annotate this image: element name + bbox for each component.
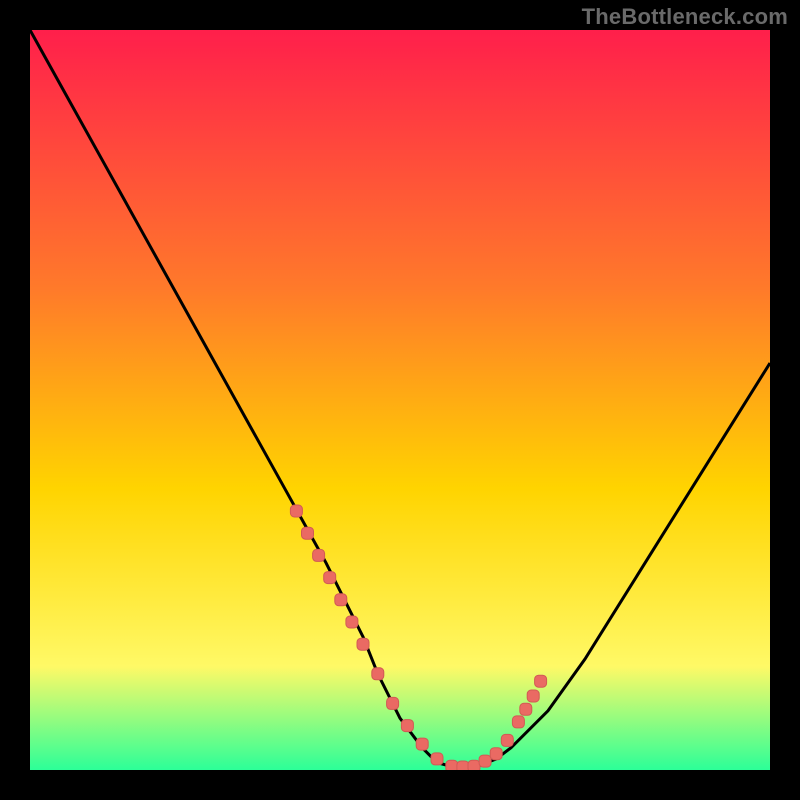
curve-marker — [457, 761, 469, 770]
curve-marker — [512, 716, 524, 728]
curve-marker — [490, 748, 502, 760]
curve-marker — [527, 690, 539, 702]
curve-marker — [520, 703, 532, 715]
curve-marker — [416, 738, 428, 750]
watermark-text: TheBottleneck.com — [582, 4, 788, 30]
curve-marker — [431, 753, 443, 765]
gradient-background — [30, 30, 770, 770]
curve-marker — [372, 668, 384, 680]
curve-marker — [479, 755, 491, 767]
curve-marker — [346, 616, 358, 628]
curve-marker — [387, 697, 399, 709]
curve-marker — [446, 760, 458, 770]
curve-marker — [302, 527, 314, 539]
plot-area — [30, 30, 770, 770]
curve-marker — [501, 734, 513, 746]
curve-marker — [324, 572, 336, 584]
curve-marker — [401, 720, 413, 732]
bottleneck-chart — [30, 30, 770, 770]
chart-frame: TheBottleneck.com — [0, 0, 800, 800]
curve-marker — [313, 549, 325, 561]
curve-marker — [468, 760, 480, 770]
curve-marker — [357, 638, 369, 650]
curve-marker — [535, 675, 547, 687]
curve-marker — [335, 594, 347, 606]
curve-marker — [290, 505, 302, 517]
